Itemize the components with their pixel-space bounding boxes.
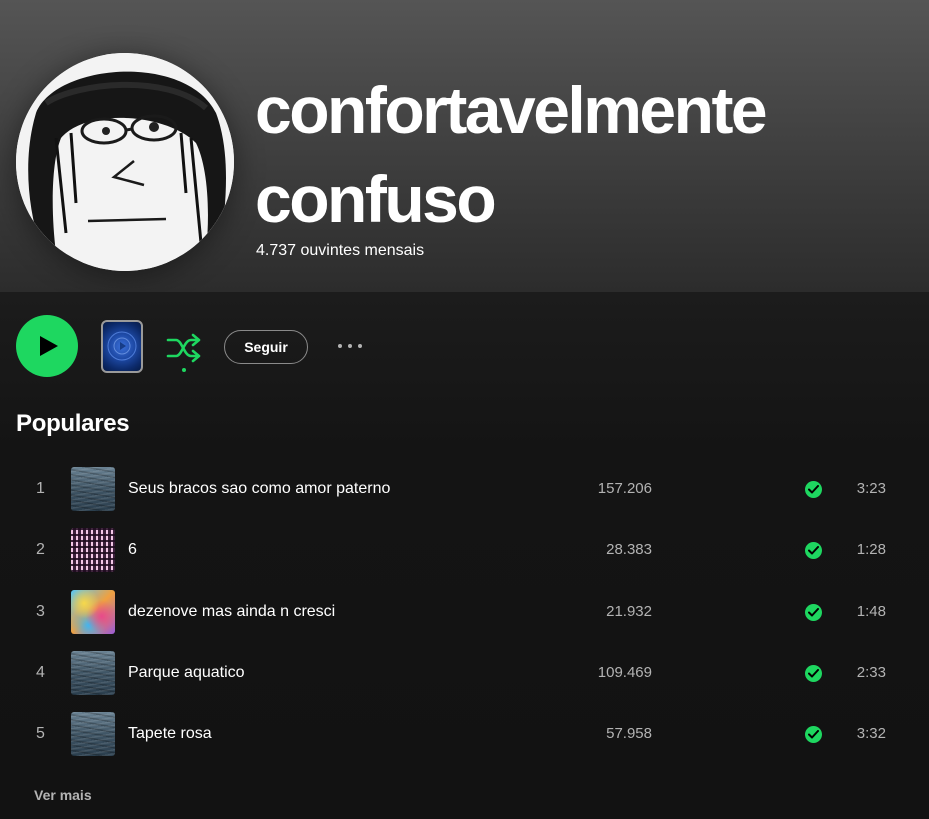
track-cover xyxy=(71,650,115,695)
release-cover-icon xyxy=(107,331,137,361)
shuffle-button[interactable] xyxy=(164,330,204,374)
saved-check-icon[interactable] xyxy=(805,603,822,621)
track-cover xyxy=(71,589,115,634)
saved-check-icon[interactable] xyxy=(805,481,822,498)
dot-icon xyxy=(348,344,352,348)
play-icon xyxy=(39,336,58,356)
track-plays: 109.469 xyxy=(597,663,652,681)
track-duration: 3:32 xyxy=(856,725,886,743)
artist-name: confortavelmente confuso xyxy=(255,66,915,244)
artist-avatar xyxy=(16,53,234,271)
popular-track-list: 1 Seus bracos sao como amor paterno 157.… xyxy=(16,458,913,764)
follow-button[interactable]: Seguir xyxy=(224,330,308,364)
track-number: 5 xyxy=(36,725,45,743)
saved-check-icon[interactable] xyxy=(805,542,822,560)
track-row[interactable]: 2 6 28.383 1:28 xyxy=(16,519,913,580)
track-number: 1 xyxy=(36,480,45,497)
saved-check-icon[interactable] xyxy=(805,664,822,682)
artist-name-line2: confuso xyxy=(255,162,497,236)
more-options-button[interactable] xyxy=(330,335,370,357)
track-duration: 2:33 xyxy=(856,663,886,681)
track-plays: 28.383 xyxy=(606,541,652,559)
track-number: 4 xyxy=(36,663,45,681)
dot-icon xyxy=(338,344,342,348)
track-row[interactable]: 4 Parque aquatico 109.469 2:33 xyxy=(16,642,913,703)
track-duration: 3:23 xyxy=(856,480,886,497)
track-plays: 157.206 xyxy=(597,480,652,497)
track-title[interactable]: Seus bracos sao como amor paterno xyxy=(128,480,390,498)
artist-name-line1: confortavelmente xyxy=(255,73,768,147)
track-row[interactable]: 1 Seus bracos sao como amor paterno 157.… xyxy=(16,458,913,519)
artist-header: confortavelmente confuso 4.737 ouvintes … xyxy=(0,0,929,292)
shuffle-icon xyxy=(166,333,201,372)
play-button[interactable] xyxy=(16,315,78,377)
track-number: 2 xyxy=(36,541,45,559)
track-title[interactable]: dezenove mas ainda n cresci xyxy=(128,603,335,621)
track-number: 3 xyxy=(36,602,45,620)
saved-check-icon[interactable] xyxy=(805,726,822,744)
track-title[interactable]: Tapete rosa xyxy=(128,725,212,743)
track-row[interactable]: 3 dezenove mas ainda n cresci 21.932 1:4… xyxy=(16,581,913,642)
track-cover xyxy=(71,528,115,573)
track-row[interactable]: 5 Tapete rosa 57.958 3:32 xyxy=(16,703,913,764)
track-plays: 21.932 xyxy=(606,602,652,620)
popular-section-title: Populares xyxy=(16,410,130,437)
track-plays: 57.958 xyxy=(606,725,652,743)
see-more-link[interactable]: Ver mais xyxy=(34,787,92,803)
track-cover xyxy=(71,712,115,757)
track-title[interactable]: 6 xyxy=(128,541,137,559)
monthly-listeners: 4.737 ouvintes mensais xyxy=(256,242,425,259)
track-cover xyxy=(71,467,115,511)
track-duration: 1:28 xyxy=(856,541,886,559)
preview-release-button[interactable] xyxy=(101,320,143,373)
track-title[interactable]: Parque aquatico xyxy=(128,664,245,682)
track-duration: 1:48 xyxy=(856,602,886,620)
dot-icon xyxy=(358,344,362,348)
